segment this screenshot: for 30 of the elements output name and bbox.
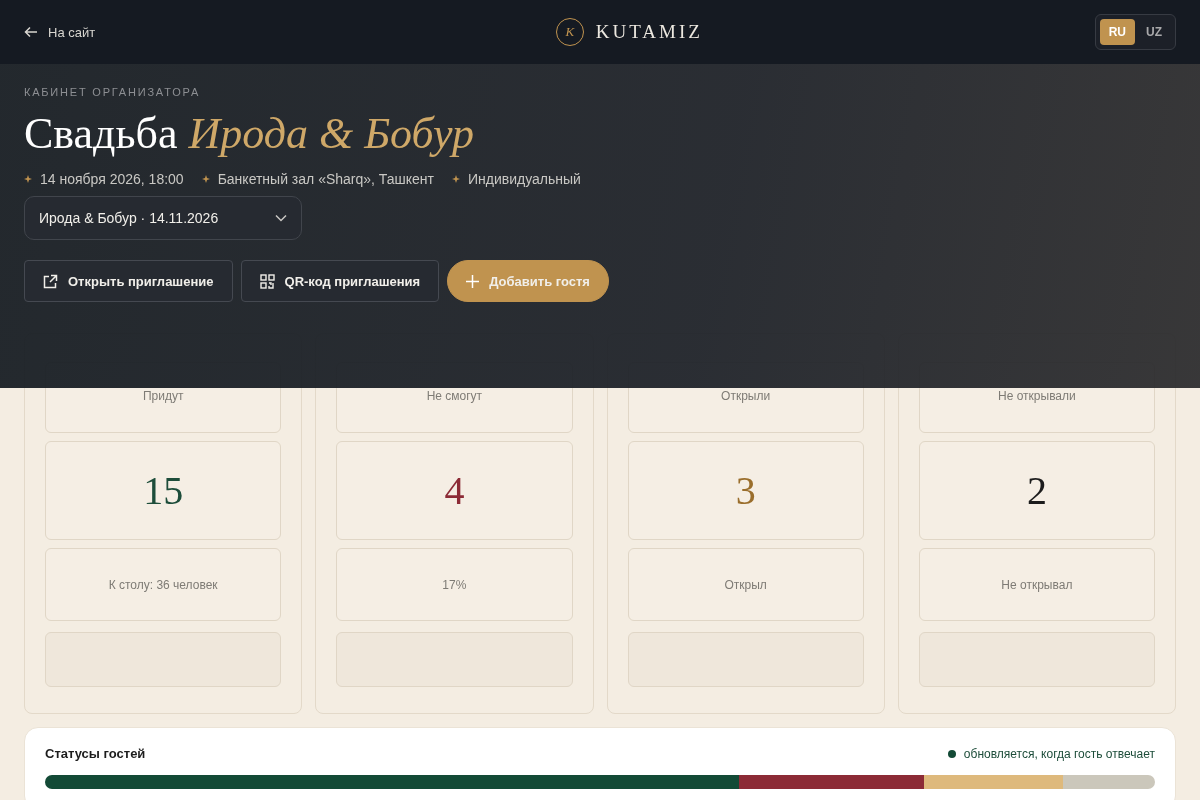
sparkle-icon xyxy=(452,175,460,183)
action-button[interactable]: Открыть приглашение xyxy=(24,260,233,302)
plus-icon xyxy=(466,274,480,288)
event-detail: Банкетный зал «Sharq», Ташкент xyxy=(217,171,434,187)
stat-note: 17% xyxy=(336,548,573,621)
stat-value: 3 xyxy=(735,467,756,514)
sparkle-icon xyxy=(24,175,32,183)
language-button[interactable]: UZ xyxy=(1137,19,1171,45)
event-dropdown[interactable]: Ирода & Бобур · 14.11.2026 xyxy=(24,196,302,240)
event-detail: 14 ноября 2026, 18:00 xyxy=(40,171,184,187)
back-arrow-icon xyxy=(24,25,38,39)
action-button[interactable]: QR-код приглашения xyxy=(240,260,440,302)
stat-value: 2 xyxy=(1026,467,1047,514)
stat-value: 4 xyxy=(444,467,465,514)
live-dot-icon xyxy=(947,749,956,758)
stat-note: Открыл xyxy=(627,548,864,621)
back-link[interactable]: На сайт xyxy=(24,24,164,40)
live-note: обновляется, когда гость отвечает xyxy=(963,746,1155,761)
chevron-down-icon xyxy=(275,214,287,222)
panel-title: Статусы гостей xyxy=(45,746,146,761)
stat-note: К столу: 36 человек xyxy=(45,548,282,621)
section-label: КАБИНЕТ ОРГАНИЗАТОРА xyxy=(24,86,202,98)
page-title: Свадьба Ирода & Бобур xyxy=(24,108,475,159)
logo-text: KUTAMIZ xyxy=(595,21,703,43)
stat-note: Не открывал xyxy=(918,548,1155,621)
event-detail: Индивидуальный xyxy=(468,171,581,187)
qr-code-icon xyxy=(259,273,275,289)
sparkle-icon xyxy=(201,175,210,183)
stat-value: 15 xyxy=(143,467,184,514)
external-link-icon xyxy=(43,273,58,289)
